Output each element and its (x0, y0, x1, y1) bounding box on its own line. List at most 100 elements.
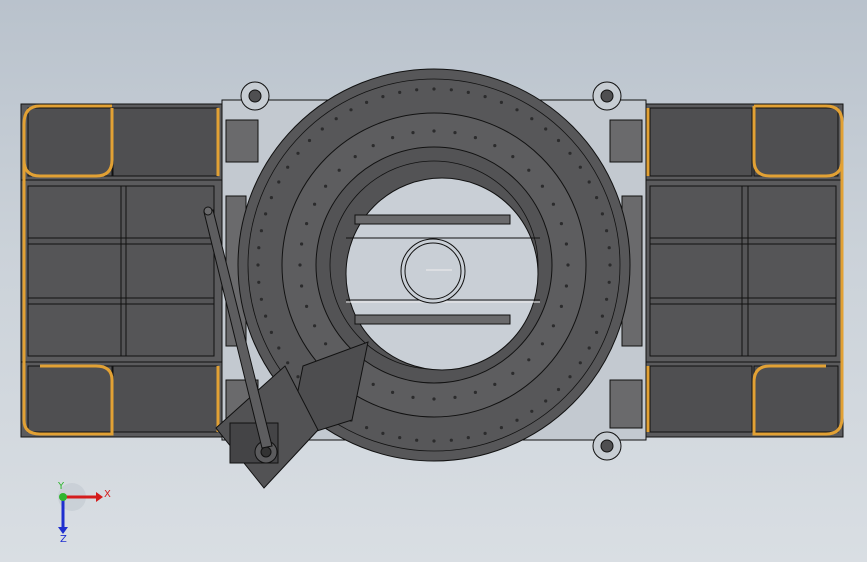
bolt-hole (530, 117, 534, 121)
bolt-hole (587, 180, 591, 184)
bolt-hole (566, 263, 570, 267)
bolt-hole (398, 90, 402, 94)
y-axis-label: Y (57, 481, 65, 492)
bolt-hole (600, 212, 605, 216)
bolt-hole (578, 361, 582, 365)
bolt-hole (371, 144, 375, 148)
bolt-hole (449, 88, 453, 92)
z-axis-arrowhead (58, 527, 68, 534)
bolt-hole (564, 242, 569, 246)
bolt-hole (313, 202, 317, 206)
bolt-hole (605, 297, 609, 301)
bolt-hole (432, 129, 436, 133)
bolt-hole (381, 95, 385, 99)
x-axis-arrowhead (96, 492, 103, 502)
bolt-hole (298, 263, 302, 267)
bolt-hole (551, 324, 556, 328)
bolt-hole (607, 280, 611, 284)
bolt-hole (499, 100, 503, 104)
left-platform[interactable] (20, 103, 225, 438)
bolt-hole (371, 382, 375, 386)
bolt-hole (432, 397, 436, 401)
bolt-hole (257, 280, 261, 284)
bolt-hole (453, 131, 457, 135)
bolt-hole (353, 155, 357, 159)
bolt-hole (398, 436, 402, 440)
bolt-hole (269, 330, 273, 334)
z-axis-label: Z (60, 534, 67, 545)
bolt-hole (277, 346, 281, 350)
bolt-hole (551, 202, 556, 206)
bolt-hole (391, 136, 395, 140)
bolt-hole (259, 229, 263, 233)
bolt-hole (559, 222, 564, 226)
y-axis-dot (59, 493, 67, 501)
bolt-hole (256, 263, 260, 267)
bolt-hole (540, 342, 545, 346)
bolt-hole (296, 375, 300, 379)
bolt-hole (556, 387, 561, 392)
bolt-hole (411, 131, 415, 135)
bolt-hole (556, 138, 561, 143)
bolt-hole (259, 297, 263, 301)
bolt-hole (453, 395, 457, 399)
bolt-hole (324, 184, 328, 188)
bolt-hole (365, 426, 369, 430)
bolt-hole (559, 304, 564, 308)
bolt-hole (515, 418, 519, 422)
bolt-hole (277, 180, 281, 184)
bolt-hole (527, 168, 531, 172)
bolt-hole (473, 390, 477, 394)
bolt-hole (432, 87, 436, 91)
bolt-hole (493, 382, 497, 386)
bolt-hole (530, 409, 534, 413)
bolt-hole (305, 222, 309, 226)
bolt-hole (334, 117, 338, 121)
bolt-hole (578, 165, 582, 169)
cad-model-view[interactable]: X Y Z (0, 0, 867, 562)
bolt-hole (307, 138, 312, 143)
x-axis-label: X (104, 489, 111, 500)
bolt-hole (466, 436, 470, 440)
axis-triad[interactable]: X Y Z (57, 481, 111, 545)
bolt-hole (320, 127, 324, 131)
bolt-hole (483, 431, 487, 435)
bolt-hole (305, 304, 309, 308)
bolt-hole (296, 151, 300, 155)
bolt-hole (391, 390, 395, 394)
bolt-hole (300, 284, 304, 288)
bolt-hole (568, 151, 572, 155)
bolt-hole (349, 108, 353, 112)
bolt-hole (432, 439, 436, 443)
bolt-hole (269, 196, 273, 200)
bolt-hole (415, 438, 419, 442)
bolt-hole (605, 229, 609, 233)
bolt-hole (515, 108, 519, 112)
bolt-hole (264, 212, 268, 216)
bolt-hole (313, 324, 317, 328)
bolt-hole (257, 246, 261, 250)
bolt-hole (540, 184, 545, 188)
bolt-hole (483, 95, 487, 99)
bolt-hole (527, 358, 531, 362)
bolt-hole (493, 144, 497, 148)
bolt-hole (300, 242, 304, 246)
bolt-hole (337, 168, 341, 172)
bolt-hole (286, 165, 290, 169)
bolt-hole (381, 431, 385, 435)
bolt-hole (415, 88, 419, 92)
bolt-hole (466, 90, 470, 94)
bolt-hole (595, 330, 599, 334)
bolt-hole (324, 342, 328, 346)
bolt-hole (607, 246, 611, 250)
bolt-hole (411, 395, 415, 399)
bolt-hole (511, 155, 515, 159)
cad-viewport[interactable]: X Y Z (0, 0, 867, 562)
right-platform[interactable] (642, 103, 844, 438)
bolt-hole (499, 426, 503, 430)
bolt-hole (564, 284, 569, 288)
bolt-hole (608, 263, 612, 267)
central-opening (345, 177, 540, 371)
bolt-hole (544, 399, 548, 403)
bolt-hole (544, 127, 548, 131)
